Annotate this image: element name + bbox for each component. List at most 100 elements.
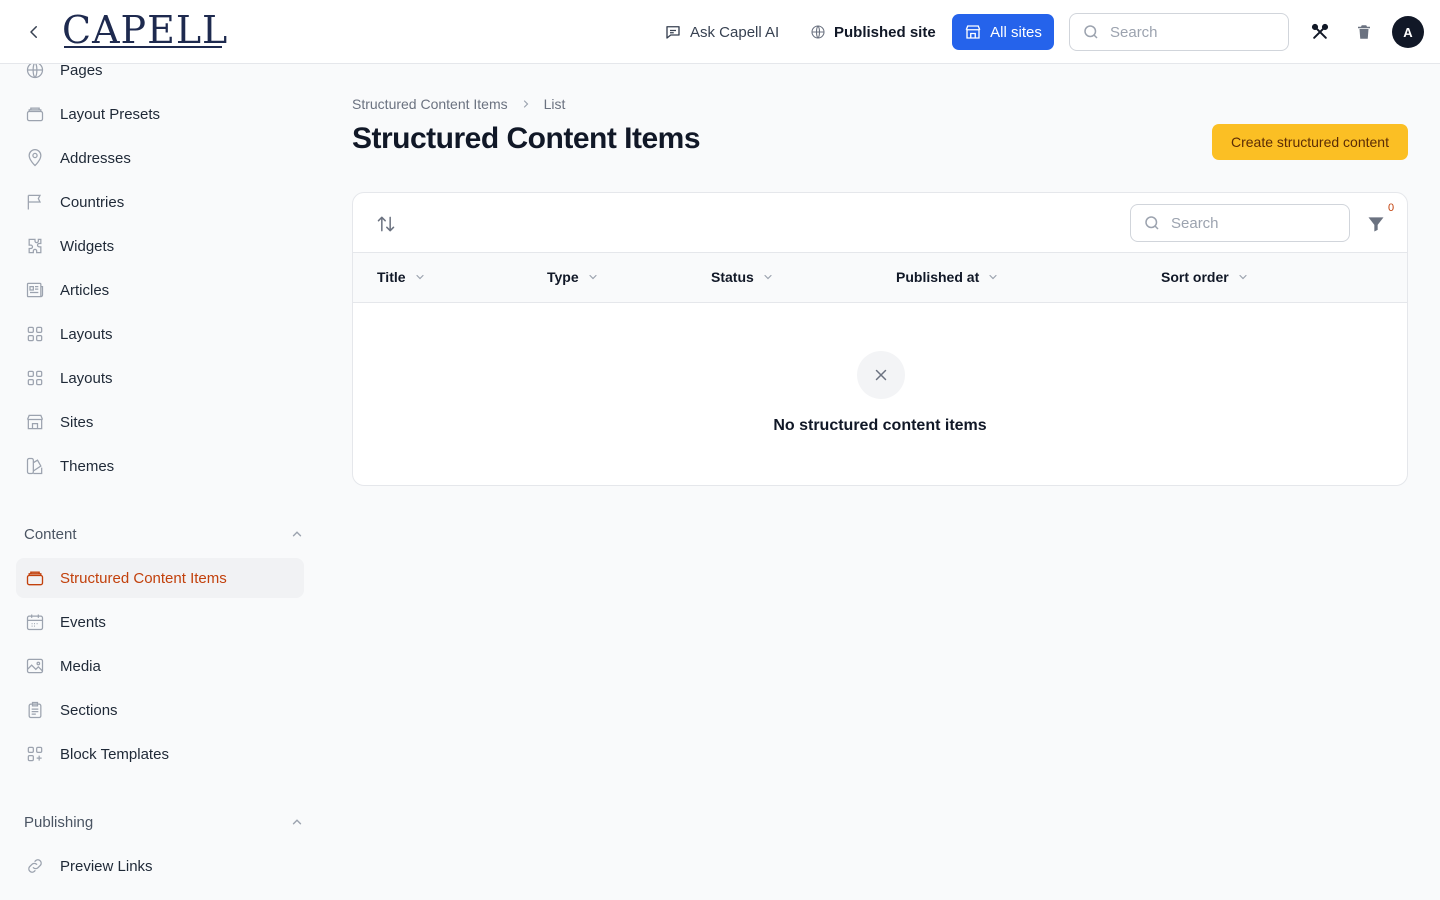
sidebar: Pages Layout Presets Addresses Countries… bbox=[0, 61, 320, 900]
chevron-down-icon bbox=[989, 274, 997, 280]
link-icon bbox=[24, 855, 46, 877]
sidebar-item-media[interactable]: Media bbox=[16, 646, 304, 686]
content-group-label: Content bbox=[24, 525, 77, 543]
sidebar-item-label: Themes bbox=[60, 457, 115, 475]
chevron-left-icon bbox=[30, 26, 37, 38]
trash-button[interactable] bbox=[1350, 18, 1378, 46]
column-header-label: Title bbox=[377, 269, 406, 285]
globe-icon bbox=[811, 25, 825, 39]
sidebar-item-label: Countries bbox=[60, 193, 125, 211]
table-search-field[interactable] bbox=[1130, 204, 1350, 242]
sidebar-item-events[interactable]: Events bbox=[16, 602, 304, 642]
column-header-title[interactable]: Title bbox=[377, 269, 426, 285]
search-icon bbox=[1084, 25, 1098, 39]
sidebar-item-addresses[interactable]: Addresses bbox=[16, 138, 304, 178]
global-search-field[interactable] bbox=[1069, 13, 1289, 51]
sidebar-item-label: Sections bbox=[60, 701, 118, 719]
sidebar-item-layouts-2[interactable]: Layouts bbox=[16, 358, 304, 398]
sidebar-item-label: Layouts bbox=[60, 369, 113, 387]
ask-ai-button[interactable]: Ask Capell AI bbox=[664, 16, 779, 48]
ask-ai-label: Ask Capell AI bbox=[690, 23, 780, 41]
stack-icon bbox=[24, 567, 46, 589]
flag-icon bbox=[24, 191, 46, 213]
x-mark-icon bbox=[875, 369, 887, 381]
sidebar-item-label: Media bbox=[60, 657, 101, 675]
breadcrumb-item[interactable]: Structured Content Items bbox=[352, 96, 508, 112]
column-header-sort-order[interactable]: Sort order bbox=[1161, 269, 1249, 285]
chat-bubble-icon bbox=[666, 26, 680, 39]
published-site-link[interactable]: Published site bbox=[810, 16, 936, 48]
sidebar-item-block-templates[interactable]: Block Templates bbox=[16, 734, 304, 774]
wrench-screwdriver-icon bbox=[1311, 23, 1329, 39]
user-avatar[interactable]: A bbox=[1392, 16, 1424, 48]
chevron-down-icon bbox=[415, 274, 424, 280]
clipboard-document-icon bbox=[24, 699, 46, 721]
sidebar-item-layouts[interactable]: Layouts bbox=[16, 314, 304, 354]
sidebar-item-label: Pages bbox=[60, 61, 103, 79]
sidebar-item-structured-content-items[interactable]: Structured Content Items bbox=[16, 558, 304, 598]
column-header-label: Status bbox=[711, 269, 754, 285]
global-search-input[interactable] bbox=[1110, 23, 1270, 41]
filter-count-badge: 0 bbox=[1388, 202, 1395, 214]
newspaper-icon bbox=[24, 279, 46, 301]
sidebar-item-label: Widgets bbox=[60, 237, 115, 255]
swatch-icon bbox=[24, 455, 46, 477]
arrows-up-down-icon bbox=[377, 216, 395, 232]
sidebar-item-label: Sites bbox=[60, 413, 94, 431]
puzzle-icon bbox=[24, 235, 46, 257]
empty-state-icon bbox=[857, 351, 905, 399]
sidebar-item-widgets[interactable]: Widgets bbox=[16, 226, 304, 266]
map-pin-icon bbox=[24, 147, 46, 169]
top-bar: CAPELL Ask Capell AI Published site All … bbox=[0, 0, 1440, 64]
table-search-input[interactable] bbox=[1171, 214, 1331, 232]
back-button[interactable] bbox=[22, 20, 46, 44]
sidebar-item-label: Preview Links bbox=[60, 857, 153, 875]
sidebar-item-sections[interactable]: Sections bbox=[16, 690, 304, 730]
grid-icon bbox=[24, 323, 46, 345]
sidebar-item-preview-links[interactable]: Preview Links bbox=[16, 846, 304, 886]
sort-button[interactable] bbox=[373, 211, 399, 237]
sidebar-item-label: Structured Content Items bbox=[60, 569, 227, 587]
all-sites-button[interactable]: All sites bbox=[952, 14, 1054, 50]
table-toolbar: 0 bbox=[353, 193, 1407, 253]
empty-state-message: No structured content items bbox=[773, 417, 987, 434]
content-group-toggle[interactable]: Content bbox=[24, 522, 304, 546]
trash-icon bbox=[1358, 25, 1370, 39]
sidebar-item-sites[interactable]: Sites bbox=[16, 402, 304, 442]
sidebar-item-themes[interactable]: Themes bbox=[16, 446, 304, 486]
breadcrumb-current: List bbox=[543, 96, 566, 112]
chevron-down-icon bbox=[1239, 274, 1247, 280]
column-header-status[interactable]: Status bbox=[711, 269, 774, 285]
column-header-label: Published at bbox=[896, 269, 980, 285]
photo-icon bbox=[24, 655, 46, 677]
squares-plus-icon bbox=[24, 743, 46, 765]
filter-button[interactable] bbox=[1363, 211, 1389, 237]
chevron-up-icon bbox=[292, 531, 302, 537]
table-card: 0 Title Type Status Published at Sort or… bbox=[352, 192, 1408, 486]
logo-underline bbox=[64, 46, 222, 48]
all-sites-label: All sites bbox=[990, 23, 1042, 41]
sidebar-item-label: Layouts bbox=[60, 325, 113, 343]
sidebar-item-layout-presets[interactable]: Layout Presets bbox=[16, 94, 304, 134]
tools-button[interactable] bbox=[1306, 18, 1334, 46]
sidebar-item-label: Events bbox=[60, 613, 106, 631]
create-structured-content-button[interactable]: Create structured content bbox=[1212, 124, 1408, 160]
sidebar-item-label: Addresses bbox=[60, 149, 131, 167]
column-header-type[interactable]: Type bbox=[547, 269, 599, 285]
chevron-up-icon bbox=[292, 819, 302, 825]
sidebar-item-label: Articles bbox=[60, 281, 110, 299]
sidebar-item-label: Block Templates bbox=[60, 745, 169, 763]
column-header-published-at[interactable]: Published at bbox=[896, 269, 999, 285]
sidebar-item-articles[interactable]: Articles bbox=[16, 270, 304, 310]
column-header-label: Sort order bbox=[1161, 269, 1229, 285]
column-header-label: Type bbox=[547, 269, 579, 285]
building-storefront-icon bbox=[965, 25, 981, 39]
publishing-group-toggle[interactable]: Publishing bbox=[24, 810, 304, 834]
page-title: Structured Content Items bbox=[352, 122, 701, 155]
publishing-group-label: Publishing bbox=[24, 813, 94, 831]
sidebar-item-countries[interactable]: Countries bbox=[16, 182, 304, 222]
building-storefront-icon bbox=[24, 411, 46, 433]
table-header: Title Type Status Published at Sort orde… bbox=[353, 253, 1407, 303]
breadcrumb: Structured Content Items List bbox=[352, 96, 565, 112]
chevron-right-icon bbox=[523, 100, 528, 108]
